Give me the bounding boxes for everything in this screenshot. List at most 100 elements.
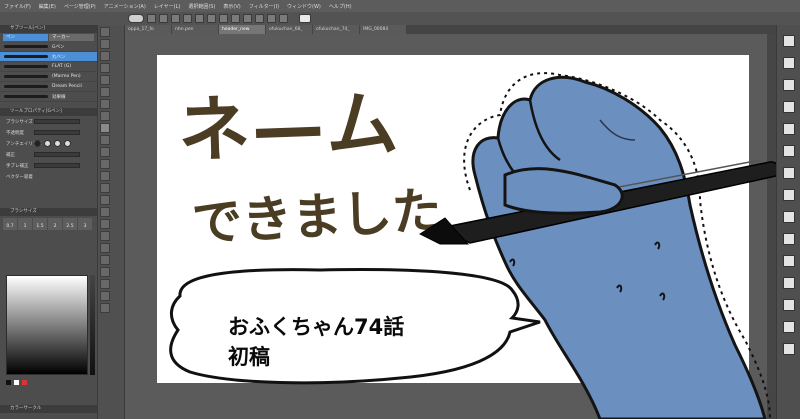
pen-tool-icon[interactable] xyxy=(100,123,110,133)
pencil-tool-icon[interactable] xyxy=(100,135,110,145)
menu-filter[interactable]: フィルター(I) xyxy=(249,3,279,10)
property-vector-snap: ベクター吸着 xyxy=(0,171,97,182)
eye-icon[interactable] xyxy=(128,14,144,23)
frame-tool-icon[interactable] xyxy=(100,243,110,253)
menu-view[interactable]: 表示(V) xyxy=(223,3,240,10)
page-icon[interactable] xyxy=(782,343,795,355)
document-tab[interactable]: IMG_00084 xyxy=(360,25,406,34)
crop-icon[interactable] xyxy=(231,14,240,23)
brush-size-slider[interactable] xyxy=(34,119,80,124)
ruler-tool-icon[interactable] xyxy=(100,255,110,265)
page-icon[interactable] xyxy=(782,255,795,267)
stabilization-slider[interactable] xyxy=(34,163,80,168)
menu-animation[interactable]: アニメーション(A) xyxy=(104,3,146,10)
menu-file[interactable]: ファイル(F) xyxy=(4,3,31,10)
transform-icon[interactable] xyxy=(279,14,288,23)
correction-tool-icon[interactable] xyxy=(100,291,110,301)
deselect-icon[interactable] xyxy=(219,14,228,23)
page-icon[interactable] xyxy=(782,277,795,289)
menu-window[interactable]: ウィンドウ(W) xyxy=(287,3,321,10)
menu-selection[interactable]: 選択範囲(S) xyxy=(188,3,215,10)
eyedropper-tool-icon[interactable] xyxy=(100,111,110,121)
save-icon[interactable] xyxy=(171,14,180,23)
lasso-tool-icon[interactable] xyxy=(100,87,110,97)
clear-icon[interactable] xyxy=(207,14,216,23)
brush-size-preset[interactable]: 2 xyxy=(48,218,62,230)
balloon-tool-icon[interactable] xyxy=(100,279,110,289)
subtab-marker[interactable]: マーカー xyxy=(49,34,94,41)
redo-icon[interactable] xyxy=(195,14,204,23)
transparent-color-swatch[interactable] xyxy=(22,380,27,385)
help-icon[interactable] xyxy=(299,14,311,23)
menu-edit[interactable]: 編集(E) xyxy=(39,3,56,10)
eraser-tool-icon[interactable] xyxy=(100,183,110,193)
document-tab[interactable]: oppa_17_fo xyxy=(125,25,171,34)
color-picker-square[interactable] xyxy=(6,275,88,375)
gradient-tool-icon[interactable] xyxy=(100,219,110,229)
antialias-medium-option[interactable] xyxy=(54,140,61,147)
spare-tool-icon[interactable] xyxy=(100,303,110,313)
airbrush-tool-icon[interactable] xyxy=(100,159,110,169)
decoration-tool-icon[interactable] xyxy=(100,171,110,181)
blend-tool-icon[interactable] xyxy=(100,195,110,205)
page-icon[interactable] xyxy=(782,167,795,179)
brush-size-preset[interactable]: 1.5 xyxy=(33,218,47,230)
vertical-scrollbar[interactable] xyxy=(767,34,776,419)
sub-color-swatch[interactable] xyxy=(14,380,19,385)
page-icon[interactable] xyxy=(782,211,795,223)
operation-tool-icon[interactable] xyxy=(100,51,110,61)
brush-tool-icon[interactable] xyxy=(100,147,110,157)
antialias-strong-option[interactable] xyxy=(64,140,71,147)
brush-item[interactable]: Gペン xyxy=(0,42,97,52)
color-hue-slider[interactable] xyxy=(90,275,95,375)
brush-size-preset[interactable]: 0.7 xyxy=(3,218,17,230)
hand-tool-icon[interactable] xyxy=(100,39,110,49)
page-icon[interactable] xyxy=(782,57,795,69)
page-icon[interactable] xyxy=(782,233,795,245)
wand-tool-icon[interactable] xyxy=(100,99,110,109)
command-bar xyxy=(0,12,800,25)
menu-page[interactable]: ページ管理(P) xyxy=(64,3,96,10)
document-tab[interactable]: ofukuchan_74_ xyxy=(313,25,359,34)
zoom-tool-icon[interactable] xyxy=(100,27,110,37)
antialias-weak-option[interactable] xyxy=(44,140,51,147)
brush-size-preset[interactable]: 2.5 xyxy=(63,218,77,230)
document-tab[interactable]: nhn.pen xyxy=(172,25,218,34)
brush-item[interactable]: 効果線 xyxy=(0,92,97,102)
layer-panel-icon[interactable] xyxy=(782,35,795,47)
new-file-icon[interactable] xyxy=(147,14,156,23)
menu-help[interactable]: ヘルプ(H) xyxy=(329,3,352,10)
shrink-icon[interactable] xyxy=(267,14,276,23)
page-icon[interactable] xyxy=(782,101,795,113)
expand-icon[interactable] xyxy=(255,14,264,23)
antialias-none-option[interactable] xyxy=(34,140,41,147)
menu-layer[interactable]: レイヤー(L) xyxy=(154,3,181,10)
opacity-slider[interactable] xyxy=(34,130,80,135)
undo-icon[interactable] xyxy=(183,14,192,23)
main-color-swatch[interactable] xyxy=(6,380,11,385)
brush-item[interactable]: 丸ペン xyxy=(0,52,97,62)
invert-icon[interactable] xyxy=(243,14,252,23)
fill-tool-icon[interactable] xyxy=(100,207,110,217)
select-tool-icon[interactable] xyxy=(100,75,110,85)
page-icon[interactable] xyxy=(782,321,795,333)
brush-item[interactable]: FLAT (G) xyxy=(0,62,97,72)
open-file-icon[interactable] xyxy=(159,14,168,23)
move-tool-icon[interactable] xyxy=(100,63,110,73)
page-icon[interactable] xyxy=(782,299,795,311)
brush-item[interactable]: (Marmo Pen) xyxy=(0,72,97,82)
figure-tool-icon[interactable] xyxy=(100,231,110,241)
brush-size-preset[interactable]: 3 xyxy=(78,218,92,230)
text-tool-icon[interactable] xyxy=(100,267,110,277)
page-icon[interactable] xyxy=(782,79,795,91)
document-tab-active[interactable]: header_new xyxy=(219,25,265,34)
page-icon[interactable] xyxy=(782,145,795,157)
subtab-pen[interactable]: ペン xyxy=(3,34,48,41)
property-label: アンチエイリアス xyxy=(6,141,42,147)
page-icon[interactable] xyxy=(782,123,795,135)
document-tab[interactable]: ofukuchan_68_ xyxy=(266,25,312,34)
brush-size-preset[interactable]: 1 xyxy=(18,218,32,230)
brush-item[interactable]: Dream Pencil xyxy=(0,82,97,92)
correction-slider[interactable] xyxy=(34,152,80,157)
page-icon[interactable] xyxy=(782,189,795,201)
